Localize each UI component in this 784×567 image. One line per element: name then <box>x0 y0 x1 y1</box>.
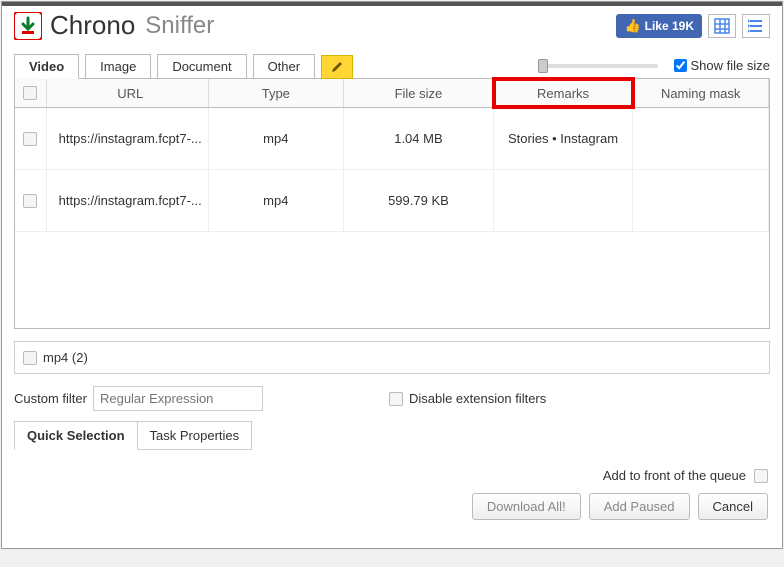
show-file-size-toggle[interactable]: Show file size <box>674 58 770 73</box>
facebook-like-button[interactable]: 👍 Like 19K <box>616 14 702 38</box>
table-row[interactable]: https://instagram.fcpt7-... mp4 1.04 MB … <box>15 108 769 170</box>
app-subtitle: Sniffer <box>145 12 214 40</box>
cell-mask <box>633 108 769 170</box>
table-header: URL Type File size Remarks Naming mask <box>15 79 769 108</box>
like-label: Like <box>645 19 669 33</box>
disable-ext-label: Disable extension filters <box>409 391 546 406</box>
col-url[interactable]: URL <box>47 79 209 107</box>
slider-handle[interactable] <box>538 59 548 73</box>
app-title: Chrono <box>50 10 135 41</box>
mp4-filter-checkbox[interactable] <box>23 351 37 365</box>
show-file-size-label: Show file size <box>691 58 770 73</box>
tab-other[interactable]: Other <box>253 54 316 79</box>
row-checkbox[interactable] <box>23 132 37 146</box>
cell-remarks <box>494 170 634 232</box>
header: Chrono Sniffer 👍 Like 19K <box>2 6 782 45</box>
queue-checkbox[interactable] <box>754 469 768 483</box>
size-slider[interactable] <box>538 64 658 68</box>
col-type[interactable]: Type <box>209 79 345 107</box>
mp4-filter-label: mp4 (2) <box>43 350 88 365</box>
tab-image[interactable]: Image <box>85 54 151 79</box>
list-view-button[interactable] <box>742 14 770 38</box>
tab-document[interactable]: Document <box>157 54 246 79</box>
app-logo-icon <box>14 12 42 40</box>
filter-tabs: Video Image Document Other Show file siz… <box>2 53 782 78</box>
action-buttons: Download All! Add Paused Cancel <box>2 483 782 532</box>
col-mask[interactable]: Naming mask <box>633 79 769 107</box>
bottom-tabs: Quick Selection Task Properties <box>14 421 770 450</box>
grid-view-button[interactable] <box>708 14 736 38</box>
cell-url: https://instagram.fcpt7-... <box>47 170 209 232</box>
col-remarks[interactable]: Remarks <box>494 79 634 107</box>
row-checkbox[interactable] <box>23 194 37 208</box>
results-table: URL Type File size Remarks Naming mask h… <box>14 78 770 329</box>
queue-option-row: Add to front of the queue <box>2 450 782 483</box>
cancel-button[interactable]: Cancel <box>698 493 768 520</box>
custom-filter-input[interactable] <box>93 386 263 411</box>
tab-quick-selection[interactable]: Quick Selection <box>14 421 138 450</box>
tab-task-properties[interactable]: Task Properties <box>138 421 253 450</box>
cell-type: mp4 <box>209 108 345 170</box>
table-row[interactable]: https://instagram.fcpt7-... mp4 599.79 K… <box>15 170 769 232</box>
cell-mask <box>633 170 769 232</box>
disable-ext-checkbox[interactable] <box>389 392 403 406</box>
queue-label: Add to front of the queue <box>603 468 746 483</box>
edit-tabs-button[interactable] <box>321 55 353 79</box>
custom-filter-label: Custom filter <box>14 391 87 406</box>
show-file-size-checkbox[interactable] <box>674 59 687 72</box>
pencil-icon <box>330 60 344 74</box>
thumb-up-icon: 👍 <box>624 18 640 34</box>
download-all-button[interactable]: Download All! <box>472 493 581 520</box>
col-size[interactable]: File size <box>344 79 494 107</box>
add-paused-button[interactable]: Add Paused <box>589 493 690 520</box>
cell-size: 599.79 KB <box>344 170 494 232</box>
custom-filter-row: Custom filter Disable extension filters <box>2 374 782 411</box>
type-filter-box: mp4 (2) <box>14 341 770 374</box>
select-all-checkbox[interactable] <box>23 86 37 100</box>
cell-size: 1.04 MB <box>344 108 494 170</box>
cell-type: mp4 <box>209 170 345 232</box>
like-count: 19K <box>672 19 694 33</box>
chrono-window: Chrono Sniffer 👍 Like 19K Video Image Do… <box>1 1 783 549</box>
cell-remarks: Stories • Instagram <box>494 108 634 170</box>
tab-video[interactable]: Video <box>14 54 79 79</box>
table-body: https://instagram.fcpt7-... mp4 1.04 MB … <box>15 108 769 328</box>
cell-url: https://instagram.fcpt7-... <box>47 108 209 170</box>
